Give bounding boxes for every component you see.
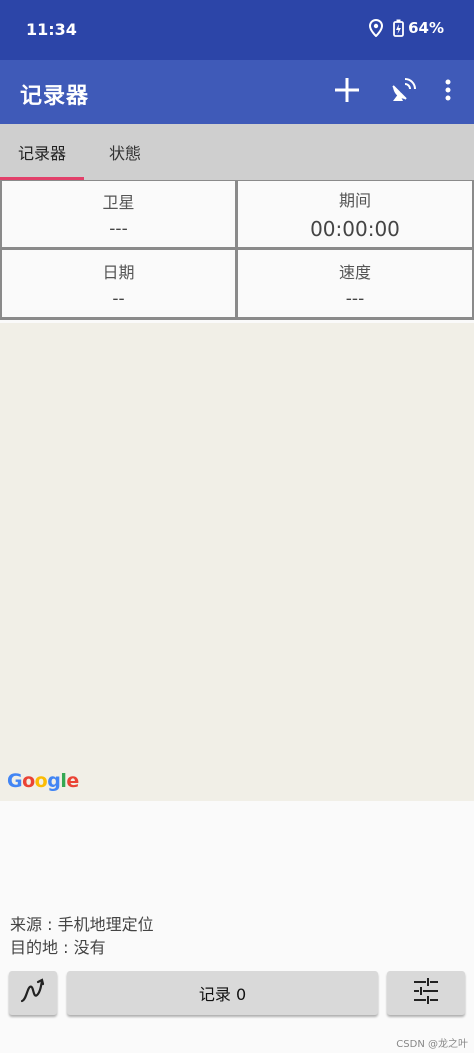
tab-label: 记录器	[17, 144, 66, 163]
stat-value: 00:00:00	[310, 217, 400, 241]
stat-label: 卫星	[102, 193, 135, 212]
more-options-button[interactable]	[436, 72, 460, 112]
battery-group: 64%	[393, 19, 444, 37]
stat-value: ---	[345, 288, 365, 309]
app-bar: 记录器	[0, 60, 474, 124]
tab-bar: 记录器 状態	[0, 124, 474, 180]
satellite-dish-icon	[387, 74, 419, 110]
stat-speed: 速度 ---	[238, 250, 472, 317]
add-icon	[332, 75, 362, 109]
google-logo: Google	[7, 770, 79, 792]
record-button[interactable]: 记录 0	[67, 971, 378, 1015]
stat-value: ---	[109, 219, 128, 239]
stat-duration: 期间 00:00:00	[238, 181, 472, 247]
battery-charging-icon	[393, 19, 404, 37]
destination-text: 目的地 : 没有	[10, 938, 106, 957]
route-button[interactable]	[9, 971, 57, 1015]
stat-label: 期间	[338, 191, 371, 210]
status-bar: 11:34 64%	[0, 0, 474, 60]
status-time: 11:34	[26, 20, 77, 39]
stat-label: 速度	[338, 262, 371, 282]
satellite-button[interactable]	[380, 72, 426, 112]
bottom-bar: 记录 0	[0, 968, 474, 1020]
stat-date: 日期 --	[2, 250, 235, 317]
app-title: 记录器	[20, 84, 90, 109]
battery-percent: 64%	[408, 19, 444, 37]
add-button[interactable]	[324, 72, 370, 112]
more-vert-icon	[445, 79, 451, 105]
map-view[interactable]: Google	[0, 323, 474, 801]
stat-label: 日期	[102, 262, 135, 282]
stats-grid: 卫星 --- 期间 00:00:00 日期 -- 速度 ---	[0, 180, 474, 320]
record-label: 记录 0	[198, 985, 247, 1004]
location-icon	[369, 19, 384, 37]
tune-icon	[411, 976, 441, 1010]
tab-recorder[interactable]: 记录器	[0, 124, 84, 180]
watermark: CSDN @龙之叶	[396, 1039, 468, 1050]
source-text: 来源 : 手机地理定位	[10, 915, 154, 934]
status-icons: 64%	[369, 19, 444, 37]
tab-label: 状態	[108, 144, 141, 163]
filter-settings-button[interactable]	[387, 971, 465, 1015]
stat-satellite: 卫星 ---	[2, 181, 235, 247]
tab-status[interactable]: 状態	[84, 124, 166, 180]
stat-value: --	[112, 288, 125, 309]
app-actions	[314, 72, 460, 112]
route-icon	[18, 976, 48, 1010]
